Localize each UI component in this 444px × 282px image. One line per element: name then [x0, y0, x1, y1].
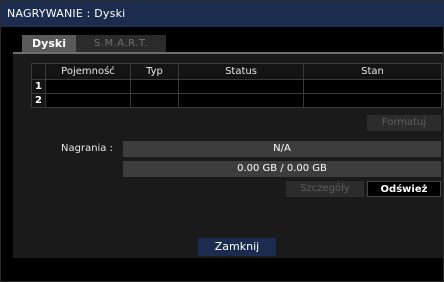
cell-capacity — [45, 79, 131, 94]
disks-dialog: NAGRYWANIE : Dyski Dyski S.M.A.R.T. Poje… — [0, 0, 444, 282]
column-header-type: Typ — [130, 63, 179, 80]
cell-type — [130, 79, 179, 94]
column-header-status: Status — [178, 63, 304, 80]
refresh-button[interactable]: Odśwież — [367, 181, 441, 197]
details-button[interactable]: Szczegóły — [286, 181, 364, 197]
cell-capacity — [45, 93, 131, 108]
table-row[interactable]: 2 — [31, 93, 442, 108]
row-index-header — [31, 63, 46, 80]
disk-table: Pojemność Typ Status Stan 1 2 — [31, 63, 442, 108]
close-button[interactable]: Zamknij — [198, 238, 276, 256]
table-header-row: Pojemność Typ Status Stan — [31, 63, 442, 80]
cell-status — [178, 93, 304, 108]
format-button[interactable]: Formatuj — [367, 115, 441, 131]
table-row[interactable]: 1 — [31, 79, 442, 94]
cell-state — [303, 79, 442, 94]
cell-status — [178, 79, 304, 94]
column-header-state: Stan — [303, 63, 442, 80]
recordings-label: Nagrania : — [61, 143, 113, 154]
recordings-status-value: N/A — [123, 141, 441, 157]
window-title: NAGRYWANIE : Dyski — [7, 7, 126, 20]
cell-state — [303, 93, 442, 108]
row-number: 1 — [31, 79, 46, 94]
recordings-usage-value: 0.00 GB / 0.00 GB — [123, 161, 441, 177]
row-number: 2 — [31, 93, 46, 108]
cell-type — [130, 93, 179, 108]
column-header-capacity: Pojemność — [45, 63, 131, 80]
tab-disks[interactable]: Dyski — [22, 35, 76, 53]
title-bar: NAGRYWANIE : Dyski — [1, 1, 444, 27]
tab-smart[interactable]: S.M.A.R.T. — [76, 35, 166, 53]
